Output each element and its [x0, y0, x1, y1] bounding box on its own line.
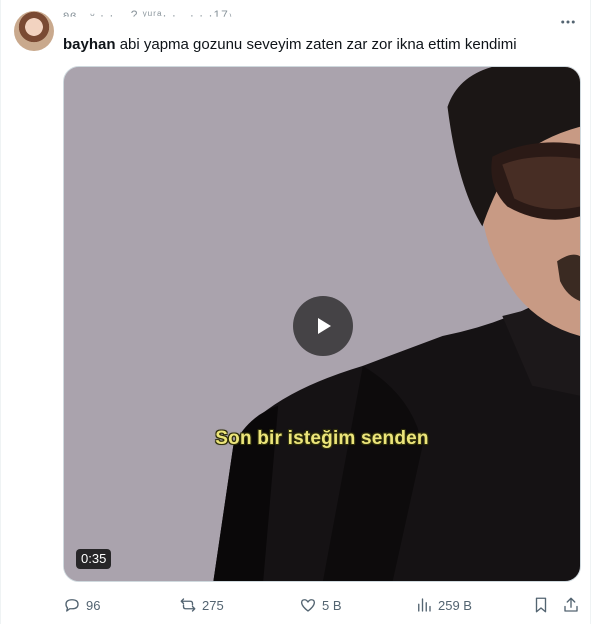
video-duration: 0:35	[76, 549, 112, 569]
username[interactable]: bayhan	[63, 36, 116, 53]
repost-count: 275	[202, 597, 224, 613]
views-count: 259 B	[438, 597, 472, 613]
avatar[interactable]	[14, 11, 54, 51]
repost-button[interactable]: 275	[179, 594, 224, 616]
play-button[interactable]	[293, 296, 353, 356]
repost-icon	[180, 598, 196, 612]
views-button[interactable]: 259 B	[415, 594, 472, 616]
share-icon[interactable]	[562, 596, 580, 614]
tweet-card[interactable]: ʚɞ . ᵕ · · _ ? ʸᵘʳᵃ· · . · · ·17₎ bayhan…	[0, 0, 591, 624]
like-count: 5 B	[322, 597, 342, 613]
video-caption: Son bir isteğim senden	[215, 428, 429, 449]
action-bar: 96 275 5 B 259 B	[63, 594, 583, 618]
play-icon	[318, 318, 331, 334]
like-button[interactable]: 5 B	[299, 594, 342, 616]
video-player[interactable]: Son bir isteğim senden 0:35	[63, 66, 581, 582]
tweet-text: bayhan abi yapma gozunu seveyim zaten za…	[63, 35, 574, 55]
tweet-header-faded: ʚɞ . ᵕ · · _ ? ʸᵘʳᵃ· · . · · ·17₎	[63, 8, 233, 22]
views-icon	[418, 598, 431, 612]
reply-button[interactable]: 96	[63, 594, 100, 616]
reply-icon	[65, 599, 79, 612]
bookmark-icon[interactable]	[532, 596, 550, 614]
more-icon	[561, 20, 575, 24]
heart-icon	[300, 599, 316, 612]
tweet-body: abi yapma gozunu seveyim zaten zar zor i…	[119, 36, 517, 53]
more-button[interactable]	[558, 12, 578, 32]
reply-count: 96	[86, 597, 101, 613]
